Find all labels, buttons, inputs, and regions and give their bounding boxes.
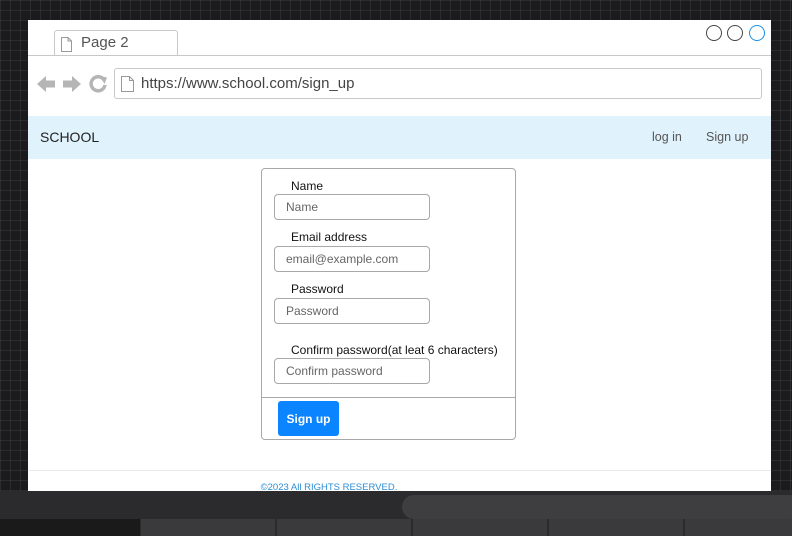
confirm-password-input[interactable] <box>274 358 430 384</box>
signup-form-card: Name Email address Password Confirm pass… <box>261 168 516 440</box>
taskbar-cell <box>549 519 683 536</box>
page-icon <box>61 37 72 52</box>
nav-login-link[interactable]: log in <box>652 130 682 144</box>
email-label: Email address <box>291 230 368 244</box>
refresh-icon[interactable] <box>88 74 108 94</box>
taskbar-cell <box>141 519 275 536</box>
brand-logo[interactable]: SCHOOL <box>40 129 99 145</box>
footer-divider <box>28 470 771 471</box>
tab-page-2[interactable]: Page 2 <box>54 30 178 56</box>
taskbar-cell <box>413 519 547 536</box>
signup-button[interactable]: Sign up <box>278 401 339 436</box>
window-circle-icon[interactable] <box>706 25 722 41</box>
taskbar-search[interactable] <box>402 495 792 519</box>
name-input[interactable] <box>274 194 430 220</box>
taskbar-cell <box>277 519 411 536</box>
nav-signup-link[interactable]: Sign up <box>706 130 748 144</box>
taskbar <box>0 491 792 536</box>
page-icon <box>121 76 134 92</box>
address-toolbar: https://www.school.com/sign_up <box>28 56 771 114</box>
window-circle-icon[interactable] <box>749 25 765 41</box>
name-label: Name <box>291 179 324 193</box>
email-input[interactable] <box>274 246 430 272</box>
form-divider <box>262 397 515 398</box>
address-bar[interactable]: https://www.school.com/sign_up <box>114 68 762 99</box>
window-circle-icon[interactable] <box>727 25 743 41</box>
taskbar-cell <box>0 519 140 536</box>
password-input[interactable] <box>274 298 430 324</box>
url-text: https://www.school.com/sign_up <box>141 75 355 92</box>
browser-window: Page 2 https://www.school.com/sign_up SC… <box>28 20 771 491</box>
tab-label: Page 2 <box>81 34 129 51</box>
password-label: Password <box>291 282 344 296</box>
site-navbar: SCHOOL log in Sign up <box>28 116 771 159</box>
confirm-password-label: Confirm password(at leat 6 characters) <box>291 343 498 357</box>
tab-strip: Page 2 <box>28 20 771 56</box>
back-arrow-icon[interactable] <box>36 74 56 94</box>
taskbar-cell <box>685 519 792 536</box>
forward-arrow-icon[interactable] <box>62 74 82 94</box>
footer-copyright: ©2023 All RIGHTS RESERVED. <box>260 482 398 491</box>
